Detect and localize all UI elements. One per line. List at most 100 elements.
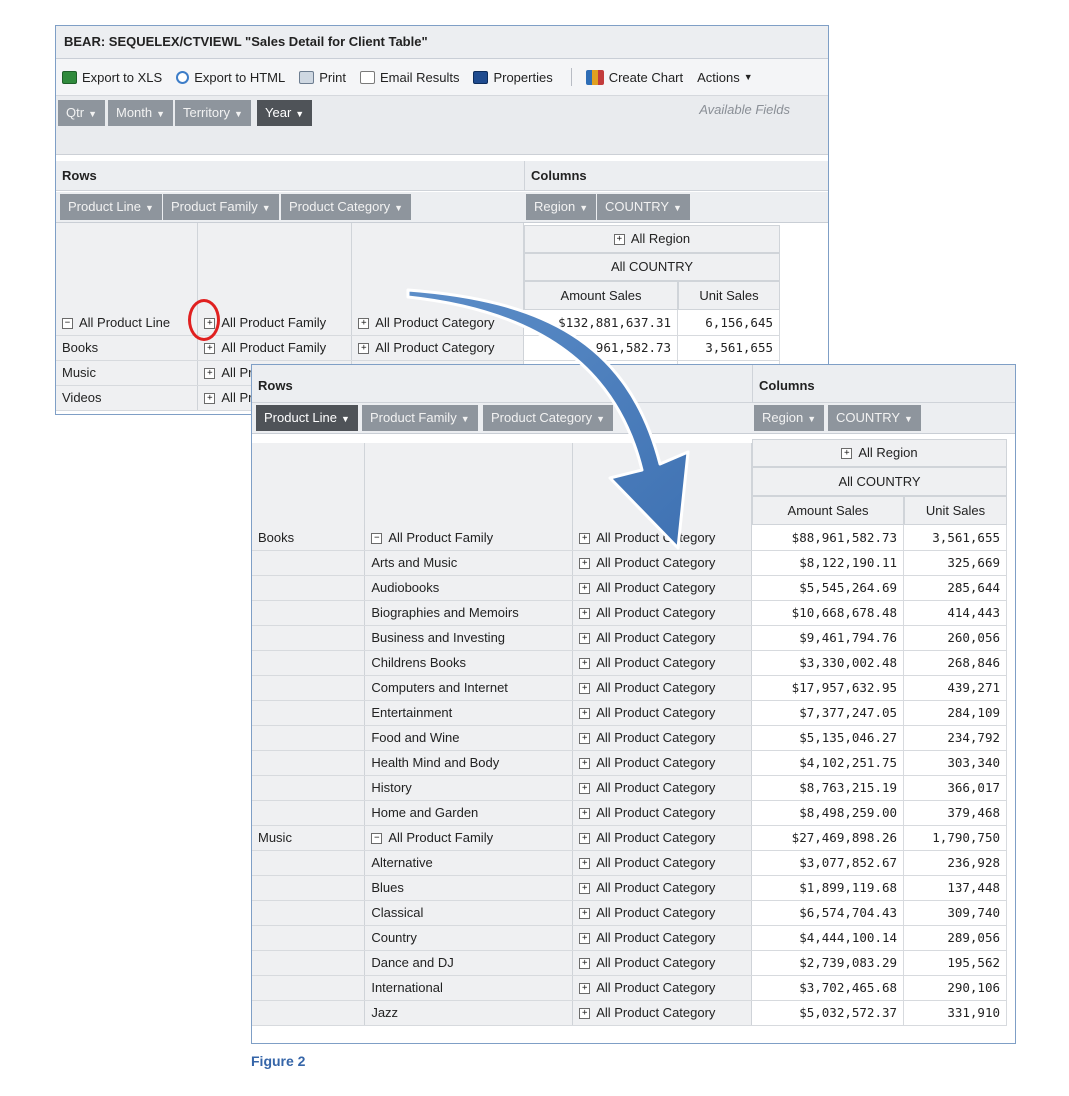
cell-category[interactable]: + All Product Category bbox=[572, 525, 753, 551]
cell-family[interactable]: + All Product Family bbox=[197, 310, 353, 336]
cell-family[interactable]: Childrens Books bbox=[364, 650, 574, 676]
cell-category[interactable]: + All Product Category bbox=[572, 875, 753, 901]
expand-icon[interactable]: + bbox=[579, 683, 591, 695]
expand-icon[interactable]: + bbox=[579, 883, 591, 895]
cell-category[interactable]: + All Product Category bbox=[351, 310, 525, 336]
region-header[interactable]: + All Region bbox=[752, 439, 1007, 467]
cell-line[interactable] bbox=[252, 600, 366, 626]
cell-family[interactable]: Country bbox=[364, 925, 574, 951]
cell-category[interactable]: + All Product Category bbox=[572, 800, 753, 826]
cell-family[interactable]: Blues bbox=[364, 875, 574, 901]
cell-line[interactable] bbox=[252, 1000, 366, 1026]
chip-year[interactable]: Year ▼ bbox=[257, 100, 313, 126]
expand-icon[interactable]: + bbox=[358, 343, 370, 355]
cell-family[interactable]: Dance and DJ bbox=[364, 950, 574, 976]
cell-family[interactable]: Home and Garden bbox=[364, 800, 574, 826]
export-xls-button[interactable]: Export to XLS bbox=[62, 70, 162, 85]
chip-product-category[interactable]: Product Category ▼ bbox=[483, 405, 614, 431]
expand-icon[interactable]: + bbox=[613, 234, 625, 246]
expand-icon[interactable]: + bbox=[579, 933, 591, 945]
expand-icon[interactable]: + bbox=[579, 783, 591, 795]
expand-icon[interactable]: + bbox=[579, 658, 591, 670]
cell-category[interactable]: + All Product Category bbox=[572, 775, 753, 801]
expand-icon[interactable]: + bbox=[204, 393, 216, 405]
chip-qtr[interactable]: Qtr ▼ bbox=[58, 100, 105, 126]
chip-country[interactable]: COUNTRY ▼ bbox=[597, 194, 690, 220]
expand-icon[interactable]: + bbox=[579, 583, 591, 595]
cell-line[interactable] bbox=[252, 800, 366, 826]
cell-category[interactable]: + All Product Category bbox=[572, 650, 753, 676]
cell-line[interactable] bbox=[252, 875, 366, 901]
cell-category[interactable]: + All Product Category bbox=[572, 925, 753, 951]
expand-icon[interactable]: + bbox=[579, 758, 591, 770]
cell-line[interactable]: − All Product Line bbox=[56, 310, 199, 336]
cell-line[interactable] bbox=[252, 725, 366, 751]
cell-line[interactable]: Books bbox=[252, 525, 366, 551]
cell-line[interactable] bbox=[252, 650, 366, 676]
cell-line[interactable]: Books bbox=[56, 335, 199, 361]
cell-line[interactable] bbox=[252, 675, 366, 701]
expand-icon[interactable]: + bbox=[358, 317, 370, 329]
print-button[interactable]: Print bbox=[299, 70, 346, 85]
chip-product-category[interactable]: Product Category ▼ bbox=[281, 194, 412, 220]
cell-category[interactable]: + All Product Category bbox=[351, 335, 525, 361]
export-html-button[interactable]: Export to HTML bbox=[176, 70, 285, 85]
cell-line[interactable]: Music bbox=[56, 360, 199, 386]
cell-category[interactable]: + All Product Category bbox=[572, 575, 753, 601]
chip-region[interactable]: Region ▼ bbox=[526, 194, 597, 220]
expand-icon[interactable]: + bbox=[579, 858, 591, 870]
expand-icon[interactable]: + bbox=[579, 633, 591, 645]
cell-family[interactable]: Audiobooks bbox=[364, 575, 574, 601]
cell-category[interactable]: + All Product Category bbox=[572, 900, 753, 926]
cell-family[interactable]: − All Product Family bbox=[364, 525, 574, 551]
chip-month[interactable]: Month ▼ bbox=[108, 100, 174, 126]
email-results-button[interactable]: Email Results bbox=[359, 70, 459, 85]
expand-icon[interactable]: + bbox=[579, 958, 591, 970]
expand-icon[interactable]: + bbox=[579, 608, 591, 620]
cell-line[interactable] bbox=[252, 775, 366, 801]
cell-line[interactable] bbox=[252, 625, 366, 651]
cell-family[interactable]: History bbox=[364, 775, 574, 801]
cell-category[interactable]: + All Product Category bbox=[572, 700, 753, 726]
create-chart-button[interactable]: Create Chart bbox=[585, 69, 683, 85]
cell-family[interactable]: Alternative bbox=[364, 850, 574, 876]
chip-territory[interactable]: Territory ▼ bbox=[175, 100, 251, 126]
collapse-icon[interactable]: − bbox=[371, 532, 383, 544]
cell-family[interactable]: Classical bbox=[364, 900, 574, 926]
cell-category[interactable]: + All Product Category bbox=[572, 675, 753, 701]
expand-icon[interactable]: + bbox=[204, 368, 216, 380]
expand-icon[interactable]: + bbox=[579, 708, 591, 720]
expand-icon[interactable]: + bbox=[841, 448, 853, 460]
cell-family[interactable]: Health Mind and Body bbox=[364, 750, 574, 776]
cell-category[interactable]: + All Product Category bbox=[572, 600, 753, 626]
cell-family[interactable]: Entertainment bbox=[364, 700, 574, 726]
collapse-icon[interactable]: − bbox=[371, 833, 383, 845]
chip-product-family[interactable]: Product Family ▼ bbox=[163, 194, 279, 220]
cell-line[interactable] bbox=[252, 750, 366, 776]
cell-family[interactable]: Computers and Internet bbox=[364, 675, 574, 701]
properties-button[interactable]: Properties bbox=[473, 70, 553, 85]
chip-product-line[interactable]: Product Line ▼ bbox=[60, 194, 162, 220]
expand-icon[interactable]: + bbox=[579, 558, 591, 570]
cell-line[interactable]: Videos bbox=[56, 385, 199, 411]
chip-product-line[interactable]: Product Line ▼ bbox=[256, 405, 358, 431]
cell-family[interactable]: − All Product Family bbox=[364, 825, 574, 851]
expand-icon[interactable]: + bbox=[579, 833, 591, 845]
cell-family[interactable]: International bbox=[364, 975, 574, 1001]
cell-category[interactable]: + All Product Category bbox=[572, 625, 753, 651]
expand-icon[interactable]: + bbox=[204, 343, 216, 355]
cell-category[interactable]: + All Product Category bbox=[572, 725, 753, 751]
cell-category[interactable]: + All Product Category bbox=[572, 750, 753, 776]
cell-category[interactable]: + All Product Category bbox=[572, 825, 753, 851]
expand-icon[interactable]: + bbox=[579, 808, 591, 820]
cell-line[interactable] bbox=[252, 900, 366, 926]
cell-category[interactable]: + All Product Category bbox=[572, 975, 753, 1001]
cell-line[interactable] bbox=[252, 700, 366, 726]
cell-category[interactable]: + All Product Category bbox=[572, 850, 753, 876]
cell-line[interactable] bbox=[252, 925, 366, 951]
chip-region[interactable]: Region ▼ bbox=[754, 405, 825, 431]
expand-icon[interactable]: + bbox=[579, 733, 591, 745]
cell-category[interactable]: + All Product Category bbox=[572, 950, 753, 976]
cell-family[interactable]: + All Product Family bbox=[197, 335, 353, 361]
cell-family[interactable]: Food and Wine bbox=[364, 725, 574, 751]
